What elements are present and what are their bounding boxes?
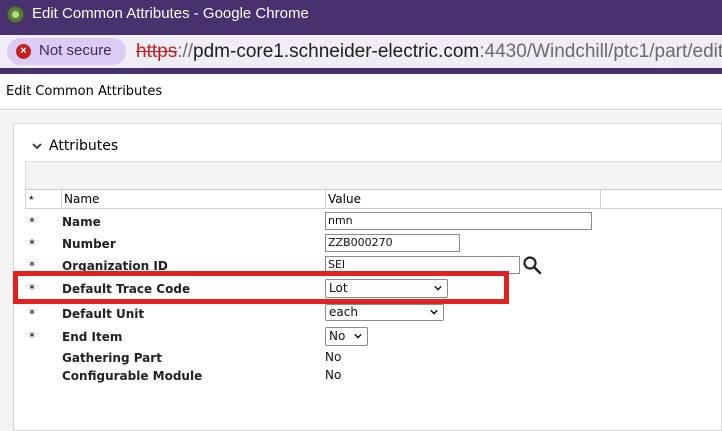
security-label: Not secure [39, 42, 112, 59]
table-row: * Name nmn [25, 212, 722, 232]
table-row: * Number ZZB000270 [25, 234, 722, 254]
url-path: :4430/Windchill/ptc1/part/editPart [479, 41, 722, 62]
warning-icon: × [16, 44, 31, 59]
table-row: Configurable Module No [25, 366, 722, 386]
section-title: Attributes [49, 138, 119, 154]
chevron-down-icon [354, 333, 362, 339]
browser-toolbar: × Not secure https://pdm-core1.schneider… [0, 29, 722, 74]
chrome-app-icon [7, 6, 24, 23]
row-label: Number [62, 237, 116, 251]
default-unit-value: each [329, 305, 358, 319]
table-toolbar [25, 161, 722, 189]
chevron-down-icon[interactable] [31, 140, 43, 152]
table-row: * Default Unit each [25, 304, 722, 324]
required-marker: * [29, 237, 35, 251]
required-marker: * [29, 282, 35, 296]
row-label: Organization ID [62, 259, 168, 273]
row-label: Default Trace Code [62, 282, 191, 296]
gathering-part-value: No [325, 350, 342, 364]
organization-field[interactable]: SEI [325, 256, 520, 274]
row-label: Configurable Module [62, 369, 203, 383]
chevron-down-icon [434, 285, 442, 291]
window-title: Edit Common Attributes - Google Chrome [32, 5, 309, 22]
end-item-value: No [329, 329, 346, 343]
table-row: * Organization ID SEI [25, 256, 722, 276]
table-row: Gathering Part No [25, 348, 722, 368]
url-scheme: https [136, 41, 178, 62]
header-required: * [29, 193, 34, 207]
url-host: pdm-core1.schneider-electric.com [193, 41, 480, 62]
required-marker: * [29, 215, 35, 229]
url-separator: :// [177, 41, 194, 62]
content-area: Attributes * Name Value * Name nmn * Num… [0, 111, 722, 431]
page-header: Edit Common Attributes [0, 74, 722, 110]
name-field[interactable]: nmn [325, 212, 592, 230]
window-titlebar: Edit Common Attributes - Google Chrome [0, 0, 722, 29]
row-label: Default Unit [62, 307, 145, 321]
default-unit-select[interactable]: each [325, 304, 444, 321]
row-label: End Item [62, 330, 123, 344]
page-title: Edit Common Attributes [6, 84, 163, 99]
required-marker: * [29, 307, 35, 321]
trace-code-value: Lot [329, 281, 348, 295]
table-row: * Default Trace Code Lot [25, 279, 722, 299]
security-chip[interactable]: × Not secure [7, 38, 126, 65]
attributes-panel: Attributes * Name Value * Name nmn * Num… [13, 123, 722, 431]
required-marker: * [29, 259, 35, 273]
header-value[interactable]: Value [325, 190, 601, 208]
chevron-down-icon [430, 309, 438, 315]
row-label: Gathering Part [62, 351, 162, 365]
required-marker: * [29, 330, 35, 344]
number-field[interactable]: ZZB000270 [325, 234, 460, 252]
end-item-select[interactable]: No [325, 327, 368, 346]
configurable-module-value: No [325, 368, 342, 382]
table-row: * End Item No [25, 327, 722, 347]
search-icon[interactable] [522, 255, 542, 275]
address-bar[interactable]: × Not secure https://pdm-core1.schneider… [0, 35, 722, 68]
row-label: Name [62, 215, 101, 229]
header-name[interactable]: Name [61, 190, 325, 208]
url-text[interactable]: https://pdm-core1.schneider-electric.com… [136, 41, 722, 63]
table-header: * Name Value [25, 189, 722, 209]
trace-code-select[interactable]: Lot [325, 279, 448, 298]
